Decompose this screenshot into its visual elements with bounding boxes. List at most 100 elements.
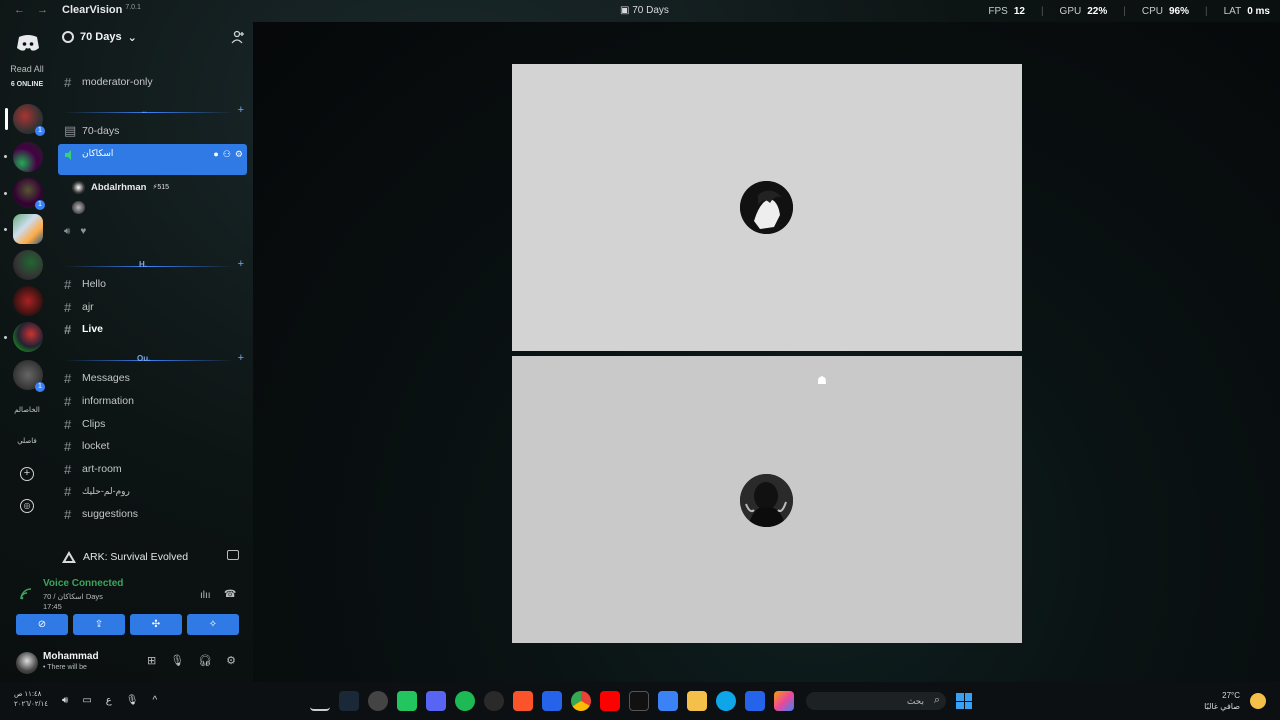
brave-app-icon[interactable] <box>513 691 533 711</box>
server-icon[interactable] <box>13 142 43 172</box>
copilot-app-icon[interactable] <box>774 691 794 711</box>
username[interactable]: Mohammad <box>43 651 99 662</box>
invite-icon[interactable]: ⚇ <box>223 149 231 160</box>
chevron-up-icon[interactable]: ^ <box>152 695 157 706</box>
server-text-icon[interactable]: الخاصالم <box>0 406 54 414</box>
server-icon[interactable] <box>13 286 43 316</box>
disconnect-icon[interactable]: ☎ <box>224 589 236 600</box>
unread-badge: 1 <box>35 126 45 136</box>
channel-70-days[interactable]: ▤ 70-days <box>64 121 244 141</box>
server-icon-70-days[interactable]: 1 <box>13 104 45 136</box>
fps-stat: FPS 12 <box>988 6 1025 17</box>
activities-button[interactable]: ✣ <box>130 614 182 635</box>
participant-tile[interactable] <box>512 64 1022 351</box>
voice-status[interactable]: Voice Connected <box>43 578 123 589</box>
channel-label: 70-days <box>82 125 120 137</box>
boost-count: 515 <box>157 184 170 191</box>
forum-icon: ▤ <box>64 123 77 138</box>
channel-locket[interactable]: # locket <box>64 436 244 456</box>
clock-date: ٢٠٢٦/٠٢/١٤ <box>14 701 48 708</box>
tiktok-app-icon[interactable] <box>629 691 649 711</box>
participant-tile[interactable] <box>512 356 1022 643</box>
voice-channel-name[interactable]: 70 / اسكاكان Days <box>43 592 103 601</box>
invite-people-icon[interactable] <box>231 30 245 44</box>
voice-user[interactable]: Abdalrhman ⚡515 <box>72 178 169 196</box>
app-icon[interactable] <box>397 691 417 711</box>
server-icon[interactable] <box>13 322 43 352</box>
cpu-value: 96% <box>1168 6 1189 17</box>
channel-messages[interactable]: # Messages <box>64 368 244 388</box>
channel-live[interactable]: # Live <box>64 319 244 339</box>
add-server-icon[interactable]: + <box>20 467 34 481</box>
edge-app-icon[interactable] <box>716 691 736 711</box>
gear-icon[interactable]: ⚙ <box>226 654 236 667</box>
gamepad-icon[interactable]: ⊞ <box>147 654 156 667</box>
activity-panel[interactable]: ARK: Survival Evolved <box>54 544 253 570</box>
participant-avatar <box>740 474 793 527</box>
add-channel-icon[interactable]: + <box>238 104 244 116</box>
app-icon[interactable] <box>368 691 388 711</box>
read-all-button[interactable]: Read All <box>0 64 54 74</box>
outlook-app-icon[interactable] <box>745 691 765 711</box>
mic-tray-icon[interactable]: 🎙︎ <box>126 695 139 706</box>
channel-label: locket <box>82 440 110 452</box>
steam-app-icon[interactable] <box>339 691 359 711</box>
add-channel-icon[interactable]: + <box>238 352 244 364</box>
app-icon[interactable] <box>542 691 562 711</box>
taskbar-clock[interactable]: ١١:٤٨ ص ٢٠٢٦/٠٢/١٤ <box>14 690 48 710</box>
spotify-app-icon[interactable] <box>455 691 475 711</box>
chrome-app-icon[interactable] <box>571 691 591 711</box>
channel-moderator-only[interactable]: # moderator-only <box>64 72 244 92</box>
server-icon[interactable] <box>13 250 43 280</box>
taskbar-search[interactable]: بحث ⌕ <box>806 692 946 710</box>
share-screen-button[interactable]: ⇪ <box>73 614 125 635</box>
back-arrow-icon[interactable]: ← <box>14 4 25 16</box>
windows-start-icon[interactable] <box>956 693 972 709</box>
language-indicator[interactable]: ع <box>106 695 112 706</box>
category-header[interactable]: Ou. + <box>64 352 244 366</box>
voice-channel-active[interactable]: اسكاكان ● ⚇ ⚙ <box>58 144 247 175</box>
explore-compass-icon[interactable]: ◎ <box>20 499 34 513</box>
volume-icon[interactable]: 🔊︎ <box>62 695 68 706</box>
channel-hello[interactable]: # Hello <box>64 274 244 294</box>
screen-share-icon[interactable] <box>227 550 239 560</box>
soundboard-button[interactable]: ✧ <box>187 614 239 635</box>
channel-ajr[interactable]: # ajr <box>64 297 244 317</box>
gear-icon[interactable]: ⚙ <box>235 149 243 160</box>
voice-user[interactable] <box>72 198 91 216</box>
channel-information[interactable]: # information <box>64 391 244 411</box>
youtube-app-icon[interactable] <box>600 691 620 711</box>
server-icon[interactable]: 1 <box>13 360 45 392</box>
category-header[interactable]: H. + <box>64 258 244 272</box>
store-app-icon[interactable] <box>658 691 678 711</box>
mouse-cursor-icon: ☗ <box>817 375 827 387</box>
weather-widget[interactable]: 27°C صافي غالبًا <box>1204 690 1240 712</box>
chat-bubble-icon[interactable]: ● <box>213 149 218 160</box>
headphones-icon[interactable]: 🎧︎ <box>198 654 212 667</box>
forward-arrow-icon[interactable]: → <box>37 4 48 16</box>
channel-arabic[interactable]: # روم-لم-حليك <box>64 481 244 501</box>
game-name: ARK: Survival Evolved <box>83 551 189 563</box>
category-header[interactable]: .. + <box>64 104 244 118</box>
discord-home-icon[interactable] <box>16 34 40 52</box>
noise-suppression-icon[interactable]: ılıı <box>200 590 211 601</box>
channel-clips[interactable]: # Clips <box>64 414 244 434</box>
channel-art-room[interactable]: # art-room <box>64 459 244 479</box>
server-text-icon[interactable]: فاصلي <box>0 437 54 445</box>
camera-off-button[interactable]: ⊘ <box>16 614 68 635</box>
ark-app-icon[interactable] <box>310 691 330 711</box>
server-icon[interactable]: 1 <box>13 178 45 210</box>
discord-app-icon[interactable] <box>426 691 446 711</box>
steelseries-app-icon[interactable] <box>484 691 504 711</box>
guild-header[interactable]: 70 Days ⌄ <box>62 28 137 46</box>
taskbar-apps <box>310 691 794 711</box>
microphone-icon[interactable]: 🎙︎ <box>170 654 184 667</box>
avatar[interactable] <box>16 652 38 674</box>
signal-icon <box>20 588 32 600</box>
file-explorer-icon[interactable] <box>687 691 707 711</box>
network-icon[interactable]: ▭ <box>82 695 91 706</box>
server-icon-mcs[interactable] <box>13 214 43 244</box>
channel-suggestions[interactable]: # suggestions <box>64 504 244 524</box>
voice-channel-row[interactable]: 🔊︎ ♥ <box>64 226 86 237</box>
add-channel-icon[interactable]: + <box>238 258 244 270</box>
